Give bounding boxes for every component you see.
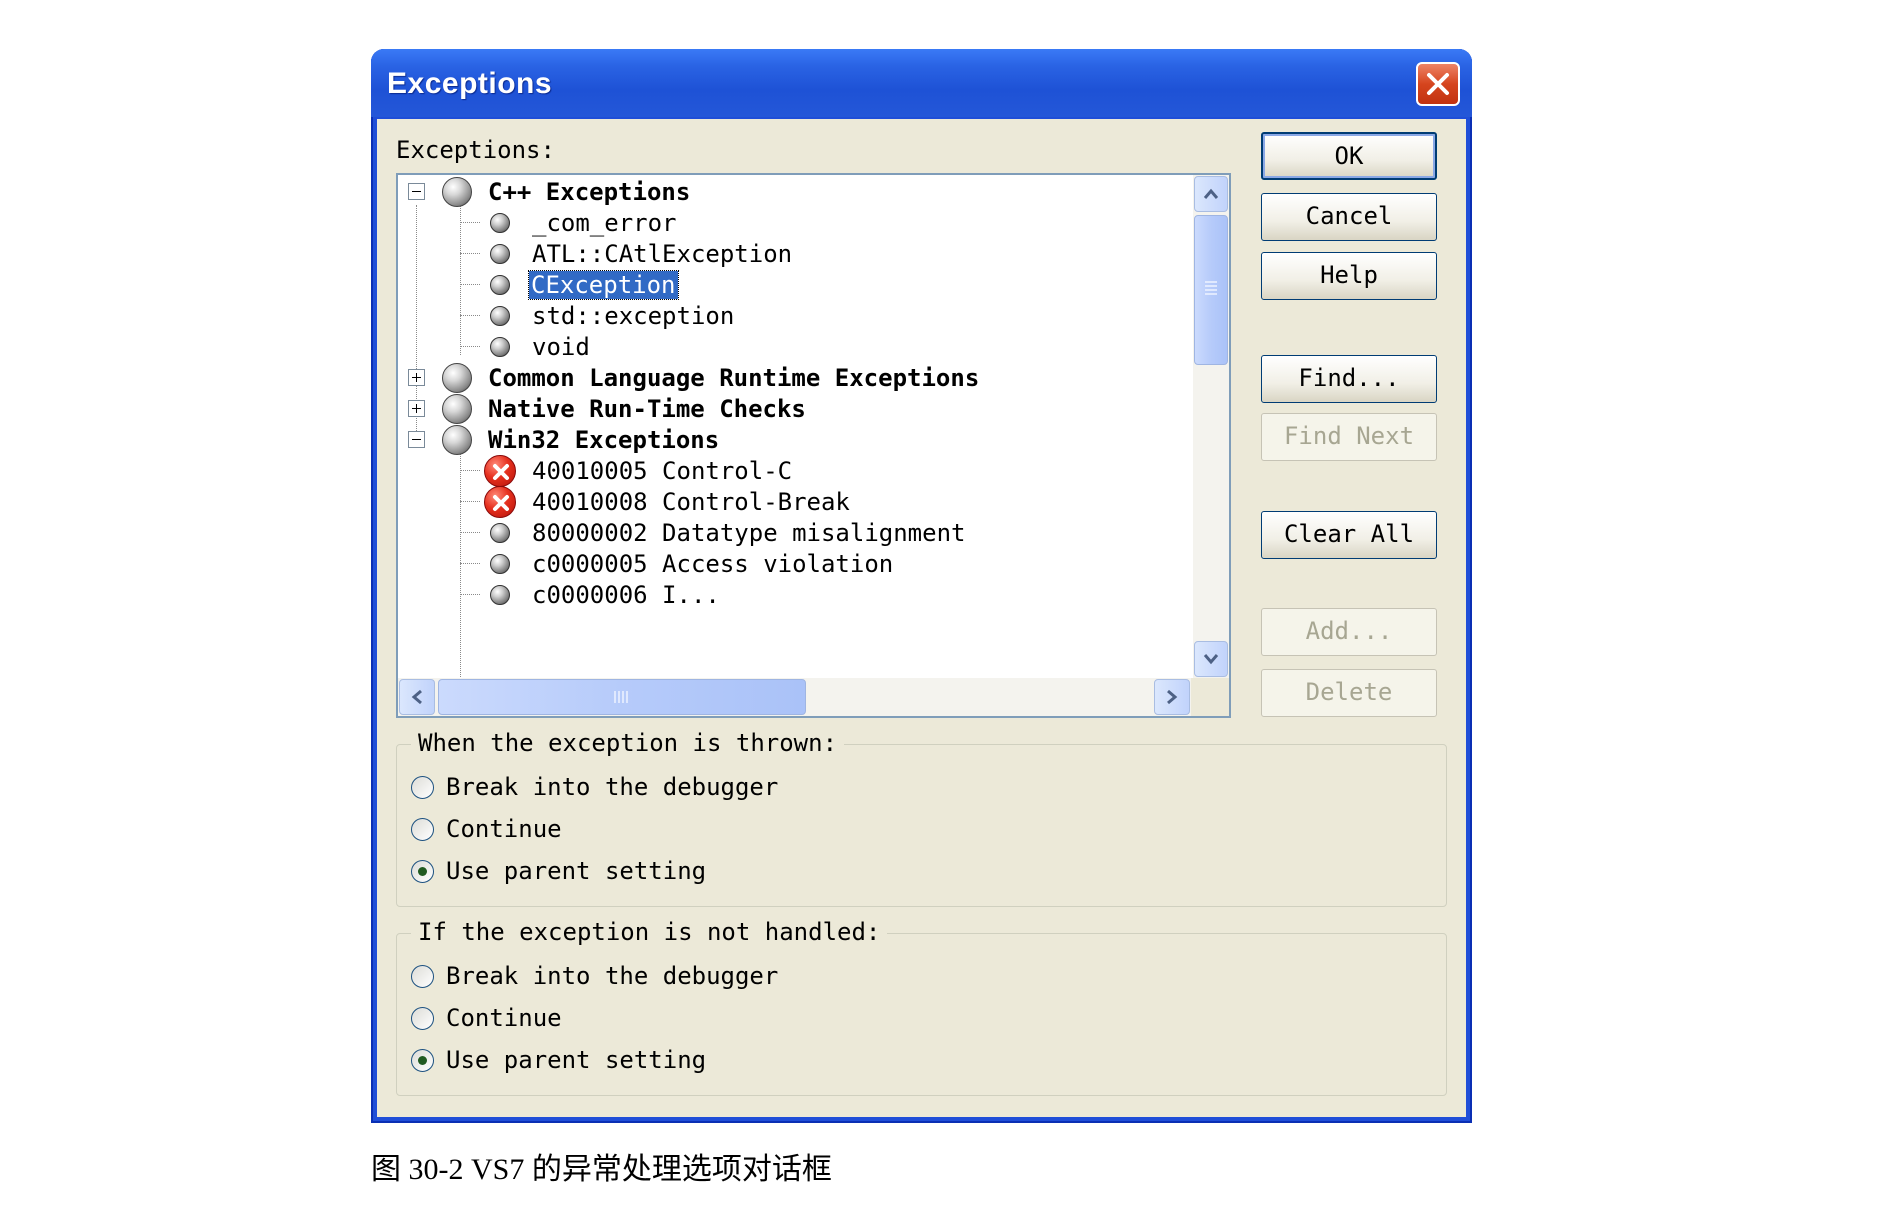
chevron-left-icon (411, 689, 422, 705)
gray-circle-icon (442, 425, 472, 455)
exceptions-dialog: Exceptions Exceptions: C++ Exceptions _c… (371, 49, 1472, 1123)
scroll-down-button[interactable] (1194, 641, 1228, 677)
gray-circle-icon (490, 213, 510, 233)
tree-line (460, 470, 480, 471)
tree-item-access-violation[interactable]: c0000005 Access violation (532, 547, 893, 581)
gray-circle-icon (490, 275, 510, 295)
cancel-button[interactable]: Cancel (1261, 193, 1437, 241)
tree-item-std-exception[interactable]: std::exception (532, 299, 734, 333)
gray-circle-icon (490, 337, 510, 357)
tree-item-cpp-exceptions[interactable]: C++ Exceptions (488, 175, 690, 209)
tree-item-atl-catlexception[interactable]: ATL::CAtlException (532, 237, 792, 271)
exceptions-label: Exceptions: (396, 136, 555, 164)
ok-button[interactable]: OK (1261, 132, 1437, 180)
tree-line (460, 222, 480, 223)
chevron-up-icon (1203, 188, 1219, 199)
find-button[interactable]: Find... (1261, 355, 1437, 403)
chevron-down-icon (1203, 654, 1219, 665)
dialog-body: Exceptions: C++ Exceptions _com_error AT (377, 119, 1466, 1117)
clear-all-button[interactable]: Clear All (1261, 511, 1437, 559)
selected-item-label: CException (528, 270, 679, 300)
thrown-group-legend: When the exception is thrown: (411, 728, 845, 758)
gray-circle-icon (490, 585, 510, 605)
delete-button[interactable]: Delete (1261, 669, 1437, 717)
thrown-break-radio[interactable] (411, 776, 434, 799)
collapse-toggle[interactable] (408, 431, 425, 448)
gray-circle-icon (490, 306, 510, 326)
thrown-continue-radio[interactable] (411, 818, 434, 841)
tree-line (460, 563, 480, 564)
tree-item-partial[interactable]: c0000006 I... (532, 578, 720, 612)
tree-line (460, 594, 480, 595)
tree-item-native-runtime-checks[interactable]: Native Run-Time Checks (488, 392, 806, 426)
tree-item-clr-exceptions[interactable]: Common Language Runtime Exceptions (488, 361, 979, 395)
tree-line (460, 253, 480, 254)
not-handled-break-radio[interactable] (411, 965, 434, 988)
tree-line (460, 284, 480, 285)
tree-line (460, 453, 461, 683)
tree-item-control-c[interactable]: 40010005 Control-C (532, 454, 792, 488)
not-handled-parent-label[interactable]: Use parent setting (446, 1045, 706, 1075)
thrown-parent-radio[interactable] (411, 860, 434, 883)
scroll-up-button[interactable] (1194, 176, 1228, 212)
grip-icon (1205, 281, 1217, 295)
tree-item-win32-exceptions[interactable]: Win32 Exceptions (488, 423, 719, 457)
chevron-right-icon (1167, 689, 1178, 705)
not-handled-parent-radio[interactable] (411, 1049, 434, 1072)
thrown-group: When the exception is thrown: Break into… (396, 728, 1447, 907)
not-handled-group-legend: If the exception is not handled: (411, 917, 888, 947)
gray-circle-icon (442, 394, 472, 424)
gray-circle-icon (490, 523, 510, 543)
add-button[interactable]: Add... (1261, 608, 1437, 656)
gray-circle-icon (442, 363, 472, 393)
close-icon (1427, 73, 1449, 95)
title-bar[interactable]: Exceptions (371, 49, 1472, 117)
tree-item-void[interactable]: void (532, 330, 590, 364)
not-handled-break-label[interactable]: Break into the debugger (446, 961, 778, 991)
close-button[interactable] (1416, 62, 1460, 106)
tree-line (460, 501, 480, 502)
scroll-left-button[interactable] (399, 679, 435, 715)
tree-line (460, 346, 480, 347)
exceptions-tree[interactable]: C++ Exceptions _com_error ATL::CAtlExcep… (396, 173, 1231, 718)
expand-toggle[interactable] (408, 400, 425, 417)
gray-circle-icon (490, 554, 510, 574)
tree-item-control-break[interactable]: 40010008 Control-Break (532, 485, 850, 519)
thrown-continue-label[interactable]: Continue (446, 814, 562, 844)
not-handled-group: If the exception is not handled: Break i… (396, 917, 1447, 1096)
collapse-toggle[interactable] (408, 183, 425, 200)
help-button[interactable]: Help (1261, 252, 1437, 300)
red-x-icon (484, 455, 516, 487)
scroll-corner (1191, 678, 1229, 716)
not-handled-continue-radio[interactable] (411, 1007, 434, 1030)
tree-line (460, 205, 461, 355)
find-next-button[interactable]: Find Next (1261, 413, 1437, 461)
vertical-scroll-thumb[interactable] (1194, 215, 1228, 365)
expand-toggle[interactable] (408, 369, 425, 386)
vertical-scrollbar[interactable] (1193, 175, 1229, 678)
thrown-parent-label[interactable]: Use parent setting (446, 856, 706, 886)
red-x-icon (484, 486, 516, 518)
horizontal-scroll-thumb[interactable] (438, 679, 806, 715)
scroll-right-button[interactable] (1154, 679, 1190, 715)
figure-caption: 图 30-2 VS7 的异常处理选项对话框 (371, 1153, 832, 1186)
thrown-break-label[interactable]: Break into the debugger (446, 772, 778, 802)
tree-item-cexception[interactable]: CException (528, 268, 679, 302)
dialog-title: Exceptions (387, 67, 553, 100)
tree-item-com-error[interactable]: _com_error (532, 206, 677, 240)
not-handled-continue-label[interactable]: Continue (446, 1003, 562, 1033)
gray-circle-icon (490, 244, 510, 264)
grip-icon (614, 691, 628, 703)
tree-line (460, 532, 480, 533)
tree-line (460, 315, 480, 316)
horizontal-scrollbar[interactable] (398, 678, 1193, 716)
gray-circle-icon (442, 177, 472, 207)
tree-item-datatype-misalignment[interactable]: 80000002 Datatype misalignment (532, 516, 965, 550)
